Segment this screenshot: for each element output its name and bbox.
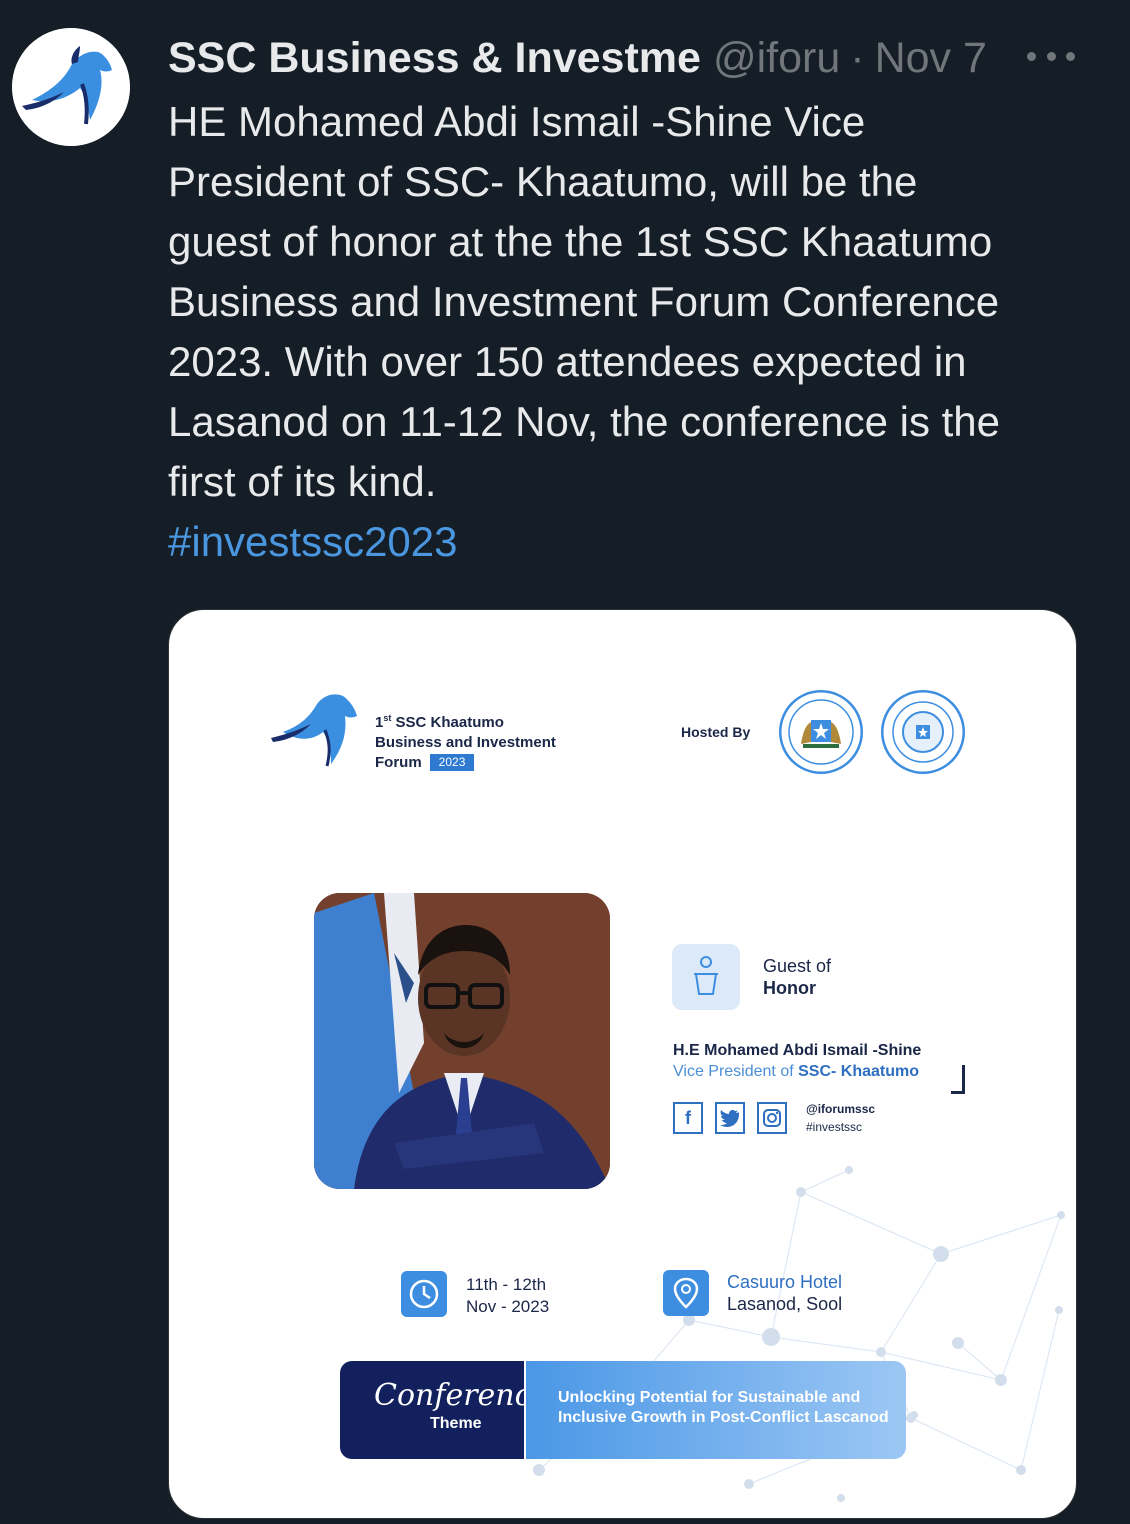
more-dot [1066,51,1075,61]
post-media-image[interactable]: 1st SSC Khaatumo Business and Investment… [168,609,1077,1519]
guest-of-label: Guest of [763,956,832,976]
more-options-icon[interactable] [1027,38,1075,74]
guest-role: Vice President of SSC- Khaatumo [673,1063,919,1081]
separator-dot: · [850,33,865,82]
location-pin-icon [663,1270,709,1316]
theme-statement: Unlocking Potential for Sustainable and … [558,1388,889,1428]
theme-script-text: Conference [374,1378,550,1413]
guest-role-org: SSC- Khaatumo [798,1063,920,1080]
guest-photo [314,893,610,1189]
forum-horse-logo-icon [271,694,357,767]
venue-name: Casuuro Hotel [727,1272,843,1292]
post-date[interactable]: Nov 7 [875,34,987,83]
theme-line-2: Inclusive Growth in Post-Conflict Lascan… [558,1409,889,1426]
government-seal-icon [779,690,863,774]
author-name[interactable]: SSC Business & Investme [168,34,701,83]
guest-role-prefix: Vice President of [673,1063,799,1080]
more-dot [1046,51,1056,61]
event-date-month: Nov - 2023 [466,1297,550,1316]
forum-line2: Business and Investment [375,734,556,751]
more-dot [1027,51,1036,61]
venue-location: Lasanod, Sool [727,1294,843,1314]
location-pin-glyph [673,1277,699,1309]
theme-word: Theme [430,1415,482,1432]
instagram-glyph [763,1109,781,1127]
poster-social-tag: #investssc [806,1120,863,1134]
event-date-days: 11th - 12th [466,1275,547,1294]
poster-social-handle: @iforumssc [806,1102,876,1116]
forum-line1: SSC Khaatumo [391,714,504,731]
event-dates: 11th - 12th Nov - 2023 [466,1274,549,1318]
facebook-icon: f [673,1102,703,1134]
guest-honor-label: Honor [763,978,816,998]
role-bracket-base [951,1091,965,1094]
post-text: HE Mohamed Abdi Ismail -Shine Vice Presi… [168,98,1001,505]
twitter-icon [715,1102,745,1134]
forum-line3: Forum [375,754,422,771]
guest-name: H.E Mohamed Abdi Ismail -Shine [673,1042,922,1059]
podium-icon-glyph [694,956,718,995]
forum-year-badge: 2023 [429,754,475,771]
theme-line-1: Unlocking Potential for Sustainable and [558,1389,861,1406]
author-avatar[interactable] [12,28,130,146]
horse-logo-icon [12,28,130,146]
twitter-bird-glyph [720,1110,739,1127]
ministry-seal-icon [881,690,965,774]
post-header: SSC Business & Investme @iforu · Nov 7 [168,30,1088,86]
hosted-by-label: Hosted By [681,724,751,740]
podium-icon [672,944,740,1010]
author-handle[interactable]: @iforu [713,34,840,83]
hashtag-link[interactable]: #investssc2023 [168,512,458,572]
instagram-icon [757,1102,787,1134]
clock-glyph [409,1279,439,1309]
forum-title: 1st SSC Khaatumo Business and Investment… [375,708,556,773]
role-bracket [962,1065,965,1093]
clock-icon [401,1271,447,1317]
